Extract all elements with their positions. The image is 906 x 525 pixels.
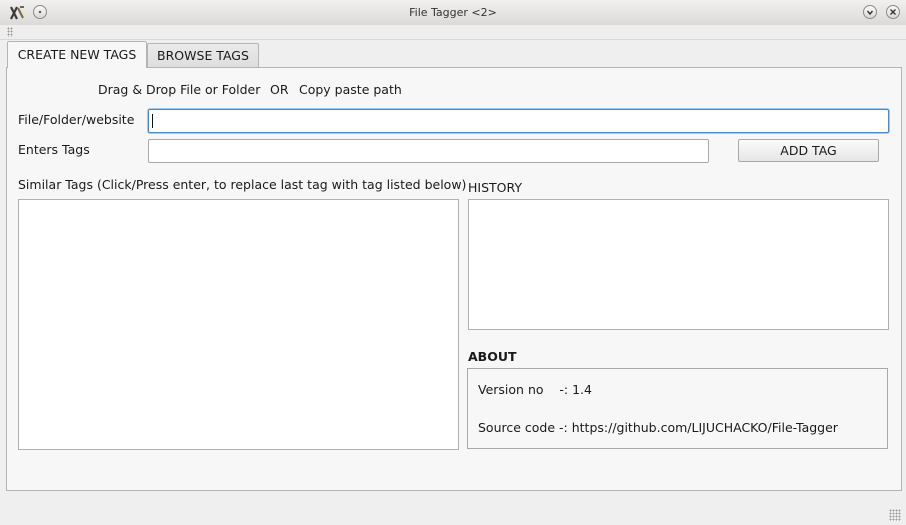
window-menu-button[interactable] — [33, 5, 47, 19]
minimize-button[interactable] — [863, 5, 877, 19]
close-button[interactable] — [886, 5, 900, 19]
window-menu-icon — [38, 10, 42, 14]
chevron-down-icon — [866, 10, 874, 16]
about-box — [467, 368, 888, 449]
toolbar-grip-icon[interactable] — [7, 27, 13, 37]
history-list[interactable] — [468, 199, 889, 330]
add-tag-button[interactable]: ADD TAG — [738, 139, 879, 162]
drag-drop-hint: Drag & Drop File or Folder — [98, 82, 261, 97]
resize-grip-icon[interactable] — [889, 509, 901, 521]
paste-path-hint: Copy paste path — [299, 82, 402, 97]
version-text: Version no -: 1.4 — [478, 382, 592, 397]
similar-tags-label: Similar Tags (Click/Press enter, to repl… — [18, 177, 467, 192]
path-label: File/Folder/website — [18, 112, 135, 127]
tab-browse-tags[interactable]: BROWSE TAGS — [147, 43, 259, 67]
title-bar[interactable]: File Tagger <2> — [0, 0, 906, 26]
window-title: File Tagger <2> — [409, 6, 497, 19]
tab-create-new-tags[interactable]: CREATE NEW TAGS — [7, 41, 147, 68]
app-logo-icon[interactable] — [8, 4, 26, 22]
source-code-text[interactable]: Source code -: https://github.com/LIJUCH… — [478, 420, 838, 435]
similar-tags-list[interactable] — [18, 199, 459, 450]
or-label: OR — [270, 82, 289, 97]
close-icon — [890, 9, 896, 15]
history-label: HISTORY — [468, 180, 523, 195]
status-bar — [0, 492, 906, 525]
text-caret — [152, 114, 153, 128]
about-label: ABOUT — [468, 349, 517, 364]
tags-input[interactable] — [148, 139, 709, 163]
tags-label: Enters Tags — [18, 142, 90, 157]
path-input[interactable] — [148, 109, 889, 133]
toolbar-strip — [0, 25, 906, 40]
